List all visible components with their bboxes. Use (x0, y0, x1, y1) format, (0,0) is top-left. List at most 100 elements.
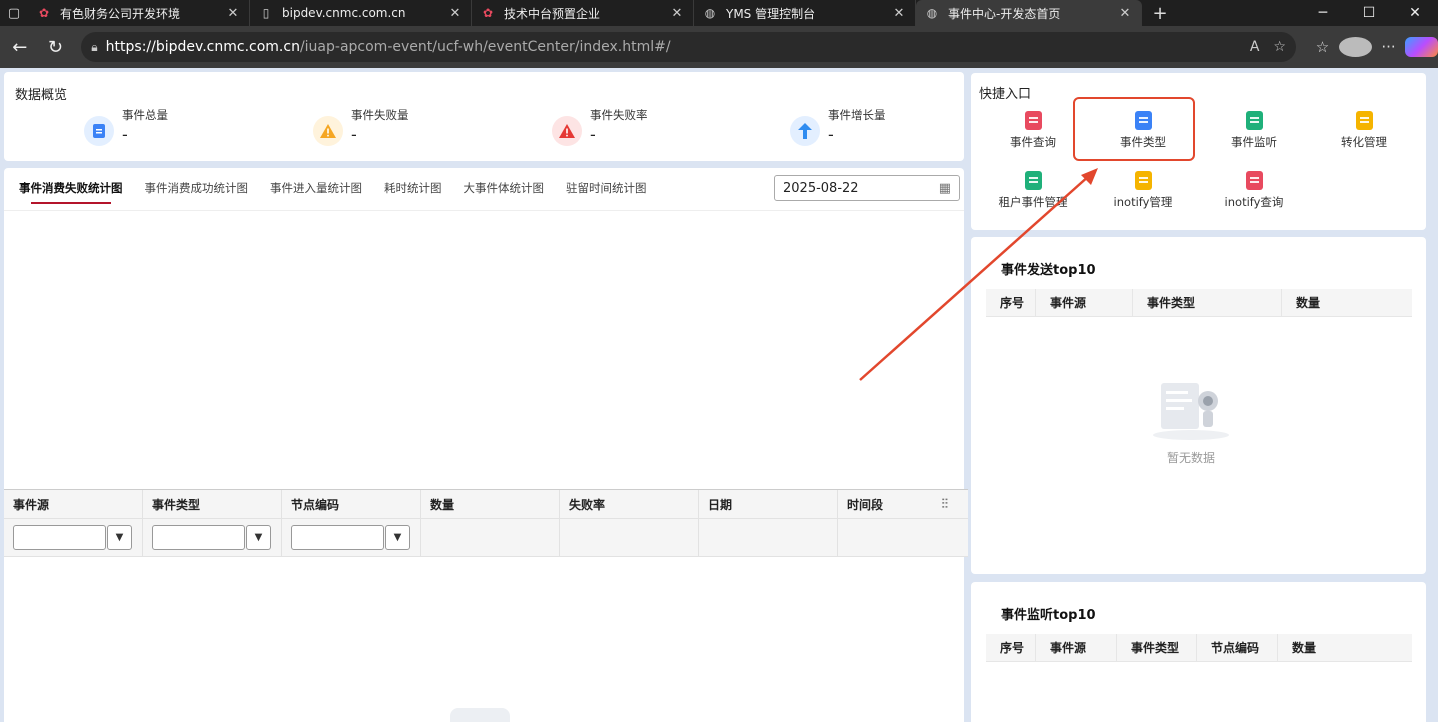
stat-value: - (122, 125, 128, 144)
favorite-star-icon[interactable]: ☆ (1273, 39, 1286, 55)
stat-total: 事件总量 - (84, 107, 168, 146)
empty-state: 暂无数据 (1151, 379, 1231, 466)
quick-event-listen[interactable]: 事件监听 (1199, 111, 1309, 150)
lock-icon[interactable]: 🔒︎ (91, 40, 97, 55)
date-value: 2025-08-22 (783, 180, 859, 196)
calendar-icon[interactable]: ▦ (939, 181, 951, 196)
app-icon: ✿ (38, 6, 50, 20)
quick-tenant-event-mgmt[interactable]: 租户事件管理 (978, 171, 1088, 210)
tab-large-event-chart[interactable]: 大事件体统计图 (464, 180, 545, 204)
col-date[interactable]: 日期 (699, 490, 838, 518)
browser-tab-4[interactable]: ◍ YMS 管理控制台 ✕ (694, 0, 916, 26)
stat-failure-rate: 事件失败率 - (552, 107, 648, 146)
col-count: 数量 (1296, 296, 1321, 310)
date-picker[interactable]: 2025-08-22 ▦ (774, 175, 960, 201)
col-count[interactable]: 数量 (421, 490, 560, 518)
more-menu-icon[interactable]: ··· (1372, 38, 1405, 56)
maximize-icon[interactable]: ☐ (1346, 0, 1392, 26)
stat-label: 事件失败率 (590, 108, 648, 122)
close-icon[interactable]: ✕ (1117, 6, 1133, 21)
filter-icon[interactable]: ▼ (107, 525, 132, 550)
grid-header: 事件源 事件类型 节点编码 数量 失败率 日期 时间段 ⫶⫶ (4, 489, 968, 519)
close-icon[interactable]: ✕ (669, 6, 685, 21)
column-settings-icon[interactable]: ⫶⫶ (942, 497, 949, 512)
chart-panel: 事件消费失败统计图 事件消费成功统计图 事件进入量统计图 耗时统计图 大事件体统… (4, 168, 968, 722)
address-bar: ← ↻ 🔒︎ https://bipdev.cnmc.com.cn/iuap-a… (0, 26, 1438, 68)
col-event-source[interactable]: 事件源 (4, 490, 143, 518)
event-type-filter-input[interactable] (152, 525, 245, 550)
quick-entry-label: 事件类型 (1120, 135, 1166, 149)
alert-icon (552, 116, 582, 146)
event-type-icon (1134, 111, 1152, 130)
browser-tab-3[interactable]: ✿ 技术中台预置企业 ✕ (472, 0, 694, 26)
overview-title: 数据概览 (15, 88, 68, 103)
col-event-type: 事件类型 (1133, 289, 1282, 316)
filter-icon[interactable]: ▼ (246, 525, 271, 550)
browser-tab-2[interactable]: ▯ bipdev.cnmc.com.cn ✕ (250, 0, 472, 26)
quick-entry-label: 事件查询 (1010, 135, 1056, 149)
col-node-code[interactable]: 节点编码 (282, 490, 421, 518)
quick-event-query[interactable]: 事件查询 (978, 111, 1088, 150)
minimize-icon[interactable]: ─ (1300, 0, 1346, 26)
col-event-type[interactable]: 事件类型 (143, 490, 282, 518)
arrow-up-icon (790, 116, 820, 146)
quick-entry-label: 事件监听 (1231, 135, 1277, 149)
tab-residence-chart[interactable]: 驻留时间统计图 (566, 180, 647, 204)
listen-top10-header: 序号 事件源 事件类型 节点编码 数量 (986, 634, 1412, 662)
chart-area (4, 211, 964, 489)
window-menu-icon[interactable]: ▢ (0, 0, 28, 26)
browser-tab-bar: ▢ ✿ 有色财务公司开发环境 ✕ ▯ bipdev.cnmc.com.cn ✕ … (0, 0, 1438, 26)
quick-conversion-mgmt[interactable]: 转化管理 (1309, 111, 1419, 150)
quick-entry-title: 快捷入口 (979, 87, 1032, 102)
tab-title: 技术中台预置企业 (504, 6, 601, 21)
col-node-code: 节点编码 (1197, 634, 1278, 661)
filter-cell (838, 519, 964, 556)
event-query-icon (1024, 111, 1042, 130)
read-aloud-icon[interactable]: A (1250, 39, 1260, 55)
app-icon: ✿ (482, 6, 494, 20)
copilot-icon[interactable] (1404, 37, 1438, 57)
quick-event-type[interactable]: 事件类型 (1088, 111, 1198, 150)
quick-inotify-mgmt[interactable]: inotify管理 (1088, 171, 1198, 210)
stat-value: - (590, 125, 596, 144)
col-time-period[interactable]: 时间段 ⫶⫶ (838, 490, 964, 518)
quick-inotify-query[interactable]: inotify查询 (1199, 171, 1309, 210)
new-tab-button[interactable]: + (1142, 0, 1178, 26)
back-button[interactable]: ← (4, 31, 36, 63)
close-icon[interactable]: ✕ (891, 6, 907, 21)
filter-event-source: ▼ (4, 519, 143, 556)
node-code-filter-input[interactable] (291, 525, 384, 550)
event-source-filter-input[interactable] (13, 525, 106, 550)
filter-icon[interactable]: ▼ (385, 525, 410, 550)
data-overview-panel: 数据概览 事件总量 - 事件失败量 - 事件失败率 - 事件增长量 - (4, 72, 964, 161)
profile-avatar[interactable] (1338, 37, 1372, 57)
quick-entry-label: inotify查询 (1224, 195, 1284, 209)
browser-tab-5[interactable]: ◍ 事件中心-开发态首页 ✕ (916, 0, 1142, 26)
tab-failure-chart[interactable]: 事件消费失败统计图 (19, 180, 123, 204)
tab-inflow-chart[interactable]: 事件进入量统计图 (270, 180, 362, 204)
close-window-icon[interactable]: ✕ (1392, 0, 1438, 26)
page-icon: ▯ (262, 6, 270, 20)
quick-entry-label: 转化管理 (1341, 135, 1387, 149)
tab-success-chart[interactable]: 事件消费成功统计图 (145, 180, 249, 204)
quick-entry-panel: 快捷入口 事件查询 事件类型 事件监听 转化管理 租户事件管理 inotify管… (971, 73, 1426, 230)
stat-label: 事件总量 (122, 108, 168, 122)
close-icon[interactable]: ✕ (447, 6, 463, 21)
url-host: https://bipdev.cnmc.com.cn (105, 39, 300, 55)
quick-entry-label: inotify管理 (1113, 195, 1173, 209)
globe-icon: ◍ (704, 6, 716, 20)
col-count: 数量 (1292, 641, 1317, 655)
col-event-type: 事件类型 (1117, 634, 1197, 661)
empty-text: 暂无数据 (1166, 451, 1215, 465)
col-failure-rate[interactable]: 失败率 (560, 490, 699, 518)
refresh-button[interactable]: ↻ (40, 31, 72, 63)
favorites-icon[interactable]: ☆ (1306, 38, 1339, 56)
close-icon[interactable]: ✕ (225, 6, 241, 21)
stat-label: 事件增长量 (828, 108, 886, 122)
inotify-query-icon (1245, 171, 1263, 190)
tab-duration-chart[interactable]: 耗时统计图 (384, 180, 442, 204)
browser-tab-1[interactable]: ✿ 有色财务公司开发环境 ✕ (28, 0, 250, 26)
url-field[interactable]: 🔒︎ https://bipdev.cnmc.com.cn/iuap-apcom… (81, 32, 1296, 62)
stat-growth: 事件增长量 - (790, 107, 886, 146)
send-top10-panel: 事件发送top10 序号 事件源 事件类型 数量 暂无数据 (971, 237, 1426, 574)
